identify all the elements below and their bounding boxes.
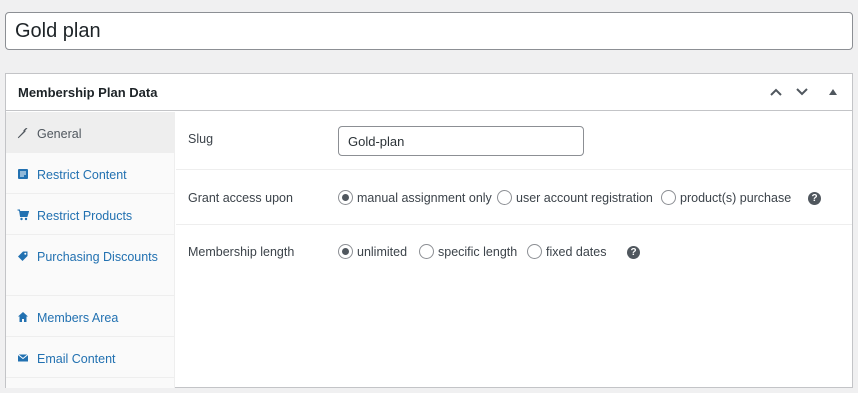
option-label: fixed dates [546,244,607,259]
help-icon[interactable]: ? [808,192,821,205]
radio-button[interactable] [338,190,353,205]
option-label: unlimited [357,244,408,259]
tab-label: Restrict Content [37,168,127,182]
tab-members-area[interactable]: Members Area [6,296,174,337]
option-label: manual assignment only [357,190,492,205]
option-label: user account registration [516,190,653,205]
radio-button[interactable] [661,190,676,205]
panel-title: Membership Plan Data [18,85,158,100]
radio-button[interactable] [419,244,434,259]
general-tab-content: Slug Grant access upon manual assignment… [176,112,852,388]
tab-general[interactable]: General [6,112,174,153]
tab-label: Email Content [37,352,116,366]
cart-icon [17,206,37,221]
tab-label: Members Area [37,311,119,325]
toggle-panel-button[interactable] [823,82,843,102]
move-up-button[interactable] [766,82,786,102]
panel-header: Membership Plan Data [6,74,852,111]
triangle-up-icon [829,89,837,95]
chevron-down-icon [796,88,808,96]
tab-restrict-products[interactable]: Restrict Products [6,194,174,235]
envelope-icon [17,349,37,364]
tab-label: General [37,127,82,141]
grant-purchase-option[interactable]: product(s) purchase [661,190,791,205]
wrench-icon [17,124,37,139]
grant-registration-option[interactable]: user account registration [497,190,653,205]
radio-button[interactable] [527,244,542,259]
tab-email-content[interactable]: Email Content [6,337,174,378]
tab-label: Purchasing Discounts [37,250,158,264]
length-unlimited-option[interactable]: unlimited [338,244,407,259]
slug-input[interactable] [338,126,584,156]
membership-length-row: Membership length unlimited specific len… [176,225,852,280]
option-label: product(s) purchase [680,190,792,205]
tab-purchasing-discounts[interactable]: Purchasing Discounts [6,235,174,296]
grant-access-row: Grant access upon manual assignment only… [176,170,852,225]
radio-button[interactable] [338,244,353,259]
panel-tabs: General Restrict Content Restrict Produc… [6,112,175,388]
slug-label: Slug [188,132,214,146]
slug-row: Slug [176,112,852,170]
tab-label: Restrict Products [37,209,133,223]
help-icon[interactable]: ? [627,246,640,259]
length-fixed-dates-option[interactable]: fixed dates [527,244,606,259]
option-label: specific length [438,244,518,259]
home-icon [17,308,37,323]
radio-button[interactable] [497,190,512,205]
tab-restrict-content[interactable]: Restrict Content [6,153,174,194]
membership-plan-data-panel: Membership Plan Data General Restrict Co… [5,73,853,388]
length-specific-option[interactable]: specific length [419,244,517,259]
grant-access-label: Grant access upon [188,191,293,205]
membership-length-label: Membership length [188,245,295,259]
chevron-up-icon [770,88,782,96]
grant-manual-option[interactable]: manual assignment only [338,190,492,205]
post-title-input[interactable] [5,12,853,50]
document-icon [17,165,37,180]
move-down-button[interactable] [792,82,812,102]
